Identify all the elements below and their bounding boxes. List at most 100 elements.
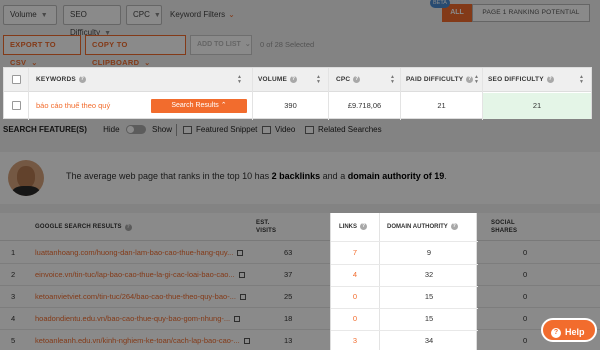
result-url-text: luattanhoang.com/huong-dan-lam-bao-cao-t…: [35, 248, 234, 257]
volume-header-label: VOLUME: [258, 76, 288, 83]
search-results-button[interactable]: Search Results ⌃: [151, 99, 247, 113]
table-row: 5 ketoanleanh.edu.vn/kinh-nghiem-ke-toan…: [0, 330, 600, 350]
volume-label: Volume: [10, 10, 37, 19]
seo-difficulty-dropdown[interactable]: SEO Difficulty ▼: [63, 5, 121, 37]
paid-difficulty-header[interactable]: PAID DIFFICULTY?: [406, 68, 474, 92]
links-header-label: LINKS: [339, 224, 357, 230]
links-header: LINKS?: [339, 213, 367, 241]
help-icon: ?: [466, 75, 474, 83]
beta-badge: BETA: [430, 0, 450, 8]
result-url-link[interactable]: ketoanvietviet.com/tin-tuc/264/bao-cao-t…: [35, 286, 246, 308]
seo-difficulty-value: 21: [483, 93, 591, 119]
chevron-down-icon: ▼: [40, 12, 48, 19]
result-url-text: einvoice.vn/tin-tuc/lap-bao-cao-thue-la-…: [35, 270, 235, 279]
keyword-table-header: KEYWORDS? ▲ ▼ VOLUME? ▲ ▼ CPC? ▲ ▼ PAID DIF…: [4, 68, 591, 92]
google-results-header-label: GOOGLE SEARCH RESULTS: [35, 224, 122, 230]
banner-backlinks: 2 backlinks: [271, 171, 321, 181]
volume-header[interactable]: VOLUME?: [258, 68, 298, 92]
copy-clipboard-button[interactable]: COPY TO CLIPBOARD ⌄: [85, 35, 186, 67]
show-label: Show: [152, 125, 173, 134]
search-features-title: SEARCH FEATURE(S): [3, 125, 87, 134]
banner-text-part: and a: [320, 171, 348, 181]
chevron-down-icon: ⌄: [228, 10, 235, 19]
sort-icon[interactable]: ▲ ▼: [237, 75, 242, 85]
table-row: 2 einvoice.vn/tin-tuc/lap-bao-cao-thue-l…: [0, 264, 600, 286]
help-label: Help: [565, 327, 585, 337]
keywords-header[interactable]: KEYWORDS?: [36, 68, 86, 92]
keyword-filters-toggle[interactable]: Keyword Filters ⌄: [170, 5, 235, 25]
est-visits-value: 63: [284, 248, 293, 257]
paid-difficulty-value: 21: [437, 101, 446, 110]
export-csv-button[interactable]: EXPORT TO CSV ⌄: [3, 35, 81, 67]
result-url-link[interactable]: hoadondientu.edu.vn/bao-cao-thue-quy-bao…: [35, 308, 241, 330]
domain-authority-value: 15: [424, 292, 434, 301]
external-link-icon[interactable]: [237, 250, 244, 257]
related-searches-label: Related Searches: [318, 125, 382, 134]
banner-text-part: The average web page that ranks in the t…: [66, 171, 272, 181]
domain-authority-value: 9: [426, 248, 432, 257]
keyword-table: KEYWORDS? ▲ ▼ VOLUME? ▲ ▼ CPC? ▲ ▼ PAID DIF…: [3, 67, 592, 120]
cpc-dropdown[interactable]: CPC ▼: [126, 5, 162, 25]
chevron-down-icon: ⌄: [144, 60, 151, 67]
cpc-label: CPC: [133, 10, 150, 19]
domain-authority-value: 32: [424, 270, 434, 279]
cpc-header-label: CPC: [336, 76, 351, 83]
links-value[interactable]: 7: [331, 242, 379, 264]
row-checkbox[interactable]: [12, 101, 21, 110]
help-icon: ?: [290, 75, 298, 83]
sort-icon[interactable]: ▲ ▼: [316, 75, 321, 85]
sort-icon[interactable]: ▲ ▼: [390, 75, 395, 85]
select-all-checkbox[interactable]: [12, 75, 21, 84]
row-number: 1: [11, 248, 16, 257]
result-url-link[interactable]: ketoanleanh.edu.vn/kinh-nghiem-ke-toan/c…: [35, 330, 250, 350]
links-value[interactable]: 0: [331, 308, 379, 330]
help-icon: ?: [360, 222, 367, 230]
divider: [176, 124, 177, 136]
help-icon: ?: [546, 75, 554, 83]
video-icon: [262, 125, 271, 134]
keyword-row: báo cáo thuế theo quý Search Results ⌃ 3…: [4, 93, 591, 119]
help-button[interactable]: ? Help: [541, 318, 597, 342]
result-url-link[interactable]: einvoice.vn/tin-tuc/lap-bao-cao-thue-la-…: [35, 264, 245, 286]
result-url-link[interactable]: luattanhoang.com/huong-dan-lam-bao-cao-t…: [35, 242, 244, 264]
links-value[interactable]: 4: [331, 264, 379, 286]
search-features-toggle-row: SEARCH FEATURE(S) Hide Show: [3, 123, 172, 137]
question-icon: ?: [551, 327, 561, 338]
external-link-icon[interactable]: [234, 316, 241, 323]
est-visits-header: EST. VISITS: [256, 213, 276, 241]
social-shares-value: 0: [523, 292, 528, 301]
filter-bar: Volume ▼ SEO Difficulty ▼ CPC ▼ Keyword Fil…: [0, 0, 600, 37]
chevron-down-icon: ⌄: [31, 60, 38, 67]
seo-difficulty-header[interactable]: SEO DIFFICULTY?: [488, 68, 554, 92]
hide-show-toggle[interactable]: [125, 125, 146, 135]
external-link-icon[interactable]: [238, 272, 245, 279]
external-link-icon[interactable]: [239, 294, 246, 301]
tab-page-1-ranking-potential[interactable]: PAGE 1 RANKING POTENTIAL: [472, 4, 590, 22]
banner-text: The average web page that ranks in the t…: [66, 171, 447, 181]
social-shares-header: SOCIAL SHARES: [491, 213, 517, 241]
seo-difficulty-label: SEO Difficulty: [70, 10, 101, 37]
google-results-header: GOOGLE SEARCH RESULTS?: [35, 213, 132, 241]
links-value[interactable]: 0: [331, 286, 379, 308]
help-icon: ?: [124, 223, 132, 231]
sort-icon[interactable]: ▲ ▼: [579, 75, 584, 85]
result-url-text: ketoanvietviet.com/tin-tuc/264/bao-cao-t…: [35, 292, 236, 301]
chevron-down-icon: ▼: [153, 12, 161, 19]
external-link-icon[interactable]: [243, 338, 250, 345]
volume-dropdown[interactable]: Volume ▼: [3, 5, 57, 25]
volume-value: 390: [284, 101, 297, 110]
cpc-header[interactable]: CPC?: [336, 68, 361, 92]
featured-snippet-label: Featured Snippet: [196, 125, 258, 134]
help-icon: ?: [450, 222, 458, 230]
keyword-link[interactable]: báo cáo thuế theo quý: [36, 93, 110, 119]
links-value[interactable]: 3: [331, 330, 379, 350]
sort-icon[interactable]: ▲ ▼: [474, 75, 479, 85]
add-to-list-button[interactable]: ADD TO LIST ⌄: [190, 35, 252, 55]
selected-count: 0 of 28 Selected: [260, 40, 315, 49]
est-visits-header-line: EST.: [256, 220, 270, 226]
est-visits-value: 13: [284, 336, 293, 345]
seo-difficulty-header-label: SEO DIFFICULTY: [488, 76, 544, 83]
row-number: 3: [11, 292, 16, 301]
links-domain-authority-columns: LINKS? DOMAIN AUTHORITY? 7 9 4 32 0 15 0…: [330, 213, 478, 350]
featured-snippet-feature: Featured Snippet: [183, 124, 257, 136]
